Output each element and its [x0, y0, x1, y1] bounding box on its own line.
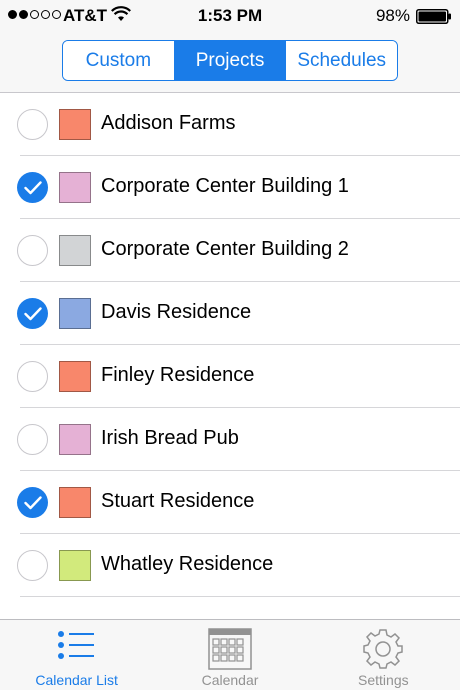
project-row[interactable]: Stuart Residence: [0, 471, 460, 534]
battery-percentage: 98%: [375, 6, 410, 25]
unchecked-circle-icon[interactable]: [17, 361, 48, 392]
checked-circle-icon[interactable]: [17, 298, 48, 329]
project-color-swatch: [59, 109, 91, 140]
project-name: Irish Bread Pub: [101, 427, 239, 449]
project-name: Finley Residence: [101, 364, 255, 386]
tab-label: Calendar List: [35, 672, 118, 688]
tab-bar: Calendar List Calendar Settings: [0, 619, 460, 690]
calendar-list-screen: AT&T 1:53 PM 98% Custom Projects Schedul…: [0, 0, 460, 690]
unchecked-circle-icon[interactable]: [17, 424, 48, 455]
unchecked-circle-icon[interactable]: [17, 109, 48, 140]
project-color-swatch: [59, 172, 91, 203]
segment-schedules[interactable]: Schedules: [285, 41, 397, 80]
segment-label: Custom: [85, 49, 152, 71]
project-name: Corporate Center Building 1: [101, 175, 349, 197]
tab-calendar[interactable]: Calendar: [153, 620, 306, 690]
tab-label: Calendar: [201, 672, 259, 688]
segment-label: Projects: [195, 49, 265, 71]
project-row[interactable]: Addison Farms: [0, 93, 460, 156]
tab-calendar-list[interactable]: Calendar List: [0, 620, 153, 690]
project-color-swatch: [59, 361, 91, 392]
project-color-swatch: [59, 424, 91, 455]
project-color-swatch: [59, 550, 91, 581]
status-bar: AT&T 1:53 PM 98%: [0, 0, 460, 30]
checked-circle-icon[interactable]: [17, 487, 48, 518]
segment-custom[interactable]: Custom: [63, 41, 174, 80]
project-color-swatch: [59, 298, 91, 329]
segment-header: Custom Projects Schedules: [0, 30, 460, 93]
segment-label: Schedules: [297, 49, 387, 71]
tab-settings[interactable]: Settings: [307, 620, 460, 690]
calendar-type-segmented-control: Custom Projects Schedules: [62, 40, 398, 81]
project-row[interactable]: Corporate Center Building 1: [0, 156, 460, 219]
gear-icon: [362, 628, 404, 675]
project-name: Whatley Residence: [101, 553, 274, 575]
project-row[interactable]: Irish Bread Pub: [0, 408, 460, 471]
checked-circle-icon[interactable]: [17, 172, 48, 203]
unchecked-circle-icon[interactable]: [17, 550, 48, 581]
unchecked-circle-icon[interactable]: [17, 235, 48, 266]
project-name: Stuart Residence: [101, 490, 255, 512]
segment-projects[interactable]: Projects: [173, 41, 286, 80]
project-color-swatch: [59, 487, 91, 518]
tab-label: Settings: [358, 672, 409, 688]
project-name: Addison Farms: [101, 112, 236, 134]
project-row[interactable]: Corporate Center Building 2: [0, 219, 460, 282]
project-color-swatch: [59, 235, 91, 266]
project-name: Davis Residence: [101, 301, 252, 323]
project-row[interactable]: Finley Residence: [0, 345, 460, 408]
project-name: Corporate Center Building 2: [101, 238, 349, 260]
project-row[interactable]: Davis Residence: [0, 282, 460, 345]
list-icon: [57, 628, 97, 667]
battery-icon: [416, 9, 452, 29]
project-list: Addison Farms Corporate Center Building 1…: [0, 93, 460, 597]
project-row[interactable]: Whatley Residence: [0, 534, 460, 597]
calendar-icon: [208, 628, 252, 675]
